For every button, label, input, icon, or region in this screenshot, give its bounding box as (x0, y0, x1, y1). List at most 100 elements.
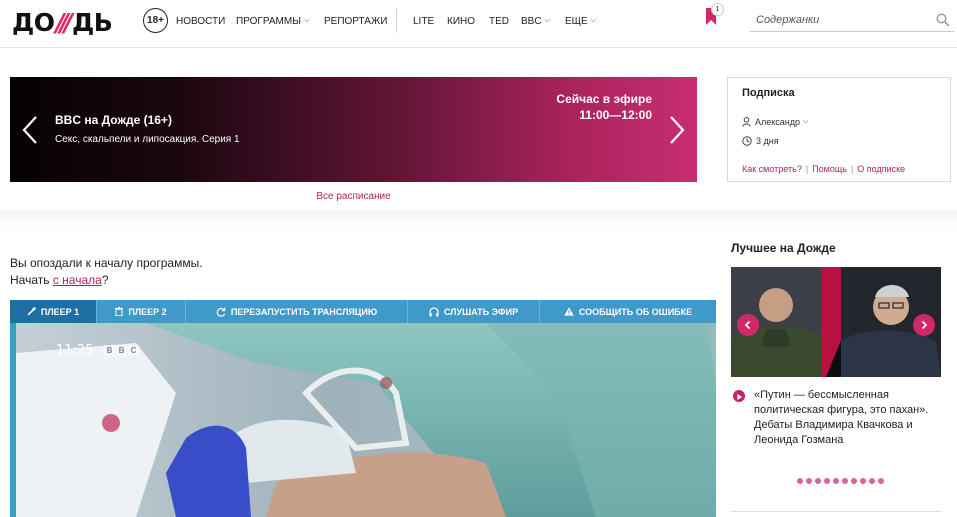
site-logo[interactable]: ДО///ДЬ (12, 4, 113, 40)
carousel-dot[interactable] (878, 478, 884, 484)
link-separator: | (850, 164, 854, 174)
late-notice: Вы опоздали к началу программы. (10, 256, 203, 270)
age-rating-badge: 18+ (143, 8, 168, 33)
restart-icon (216, 307, 226, 317)
search-box (750, 8, 954, 32)
bookmark-count-badge: 1 (711, 3, 724, 16)
on-air-label: Сейчас в эфире (556, 92, 652, 106)
nav-label: ЕЩЕ (565, 15, 588, 27)
carousel-dot[interactable] (824, 478, 830, 484)
nav-label: ПРОГРАММЫ (236, 15, 302, 27)
trash-icon (115, 307, 124, 316)
chevron-left-icon[interactable] (20, 115, 42, 145)
nav-label: РЕПОРТАЖИ (324, 15, 388, 27)
chevron-right-icon[interactable] (665, 115, 687, 145)
video-player[interactable]: 11:25 B B C (10, 323, 716, 517)
site-header: ДО///ДЬ 18+ НОВОСТИ ПРОГРАММЫ ⌵ РЕПОРТАЖИ… (0, 0, 957, 48)
search-input[interactable] (756, 11, 931, 29)
carousel-dot[interactable] (860, 478, 866, 484)
carousel-dot[interactable] (806, 478, 812, 484)
carousel-dot[interactable] (815, 478, 821, 484)
tab-restart-stream[interactable]: ПЕРЕЗАПУСТИТЬ ТРАНСЛЯЦИЮ (186, 300, 408, 323)
tab-label: СЛУШАТЬ ЭФИР (443, 306, 519, 317)
subscription-title: Подписка (742, 87, 795, 99)
restart-prompt-end: ? (101, 273, 109, 287)
nav-item-ted[interactable]: TED (489, 14, 509, 28)
carousel-next-button[interactable] (913, 314, 935, 336)
tab-listen-live[interactable]: СЛУШАТЬ ЭФИР (408, 300, 540, 323)
warning-icon (564, 307, 574, 316)
wrench-icon (27, 307, 36, 316)
restart-prompt: Начать с начала? (10, 273, 109, 287)
now-on-air-banner[interactable]: BBC на Дожде (16+) Секс, скальпели и лип… (10, 77, 697, 182)
subscription-remaining: 3 дня (742, 136, 779, 146)
tab-player-2[interactable]: ПЛЕЕР 2 (97, 300, 186, 323)
subscription-panel: Подписка Александр ⌵ 3 дня Как смотреть?… (727, 77, 951, 182)
tab-player-1[interactable]: ПЛЕЕР 1 (10, 300, 97, 323)
subscription-links: Как смотреть? | Помощь | О подписке (742, 164, 905, 174)
tab-report-error[interactable]: СООБЩИТЬ ОБ ОШИБКЕ (540, 300, 716, 323)
chevron-down-icon: ⌵ (803, 118, 809, 125)
nav-label: КИНО (447, 15, 476, 27)
chevron-down-icon: ⌵ (590, 17, 597, 24)
nav-item-lite[interactable]: LITE (413, 14, 434, 28)
player-tabs: ПЛЕЕР 1 ПЛЕЕР 2 ПЕРЕЗАПУСТИТЬ ТРАНСЛЯЦИЮ… (10, 300, 716, 323)
clock-icon (742, 136, 752, 146)
subscription-duration: 3 дня (756, 136, 779, 146)
carousel-prev-button[interactable] (737, 314, 759, 336)
nav-label: НОВОСТИ (176, 15, 226, 27)
section-divider (731, 511, 941, 512)
restart-prompt-text: Начать (10, 273, 53, 287)
how-to-watch-link[interactable]: Как смотреть? (742, 164, 802, 174)
nav-item-programs[interactable]: ПРОГРАММЫ ⌵ (236, 14, 309, 28)
channel-logo-letter: B (116, 345, 127, 356)
tab-label: СООБЩИТЬ ОБ ОШИБКЕ (578, 306, 693, 317)
full-schedule-link[interactable]: Все расписание (10, 191, 697, 202)
carousel-dot[interactable] (833, 478, 839, 484)
channel-logo-letter: B (104, 345, 115, 356)
on-air-time: 11:00—12:00 (579, 108, 652, 122)
logo-text-end: ДЬ (71, 7, 113, 37)
user-icon (742, 117, 751, 127)
schedule-link-label: Все расписание (316, 191, 391, 202)
nav-label: LITE (413, 15, 435, 27)
best-carousel-image[interactable] (731, 267, 941, 377)
channel-logo: B B C (104, 345, 139, 356)
best-item-title[interactable]: «Путин — бессмысленная политическая фигу… (754, 388, 949, 448)
section-divider (0, 210, 957, 228)
carousel-dot[interactable] (869, 478, 875, 484)
chevron-left-icon (744, 320, 751, 330)
best-section-title: Лучшее на Дожде (731, 241, 836, 255)
nav-item-more[interactable]: ЕЩЕ ⌵ (565, 14, 596, 28)
user-name: Александр (755, 117, 801, 127)
logo-text-start: ДО (12, 7, 55, 37)
nav-item-news[interactable]: НОВОСТИ (176, 14, 225, 28)
nav-divider (396, 9, 397, 33)
nav-label: BBC (521, 15, 542, 27)
carousel-dot[interactable] (842, 478, 848, 484)
start-from-beginning-link[interactable]: с начала (53, 273, 102, 287)
nav-item-kino[interactable]: КИНО (447, 14, 475, 28)
nav-item-reports[interactable]: РЕПОРТАЖИ (324, 14, 387, 28)
nav-item-bbc[interactable]: BBC ⌵ (521, 14, 550, 28)
tab-label: ПЕРЕЗАПУСТИТЬ ТРАНСЛЯЦИЮ (230, 306, 378, 317)
link-separator: | (805, 164, 809, 174)
about-subscription-link[interactable]: О подписке (857, 164, 905, 174)
logo-slash: /// (55, 7, 74, 37)
user-menu[interactable]: Александр ⌵ (742, 117, 808, 127)
carousel-dots (797, 478, 884, 484)
tab-label: ПЛЕЕР 2 (128, 306, 167, 317)
search-icon[interactable] (936, 13, 950, 27)
play-icon[interactable] (733, 390, 745, 402)
program-episode: Секс, скальпели и липосакция. Серия 1 (55, 134, 240, 145)
nav-label: TED (489, 15, 509, 27)
carousel-dot[interactable] (797, 478, 803, 484)
chevron-down-icon: ⌵ (304, 17, 310, 24)
headphones-icon (429, 306, 439, 316)
help-link[interactable]: Помощь (812, 164, 847, 174)
chevron-right-icon (921, 320, 928, 330)
best-thumbnail (731, 267, 941, 377)
tab-label: ПЛЕЕР 1 (40, 306, 80, 317)
chevron-down-icon: ⌵ (544, 17, 550, 24)
carousel-dot[interactable] (851, 478, 857, 484)
